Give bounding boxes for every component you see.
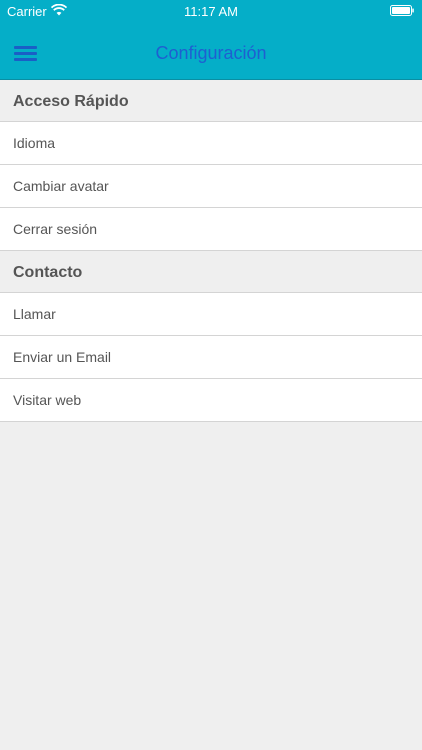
list-item-enviar-email[interactable]: Enviar un Email [0,336,422,379]
settings-list: Acceso Rápido Idioma Cambiar avatar Cerr… [0,80,422,422]
battery-icon [390,5,414,16]
navigation-bar: Configuración [0,22,422,80]
list-item-cerrar-sesion[interactable]: Cerrar sesión [0,208,422,251]
status-time: 11:17 AM [184,4,238,19]
list-item-llamar[interactable]: Llamar [0,293,422,336]
list-item-idioma[interactable]: Idioma [0,122,422,165]
section-header-contacto: Contacto [0,251,422,293]
status-bar: Carrier 11:17 AM [0,0,422,22]
list-item-cambiar-avatar[interactable]: Cambiar avatar [0,165,422,208]
list-item-visitar-web[interactable]: Visitar web [0,379,422,422]
page-title: Configuración [155,43,267,63]
section-header-acceso-rapido: Acceso Rápido [0,80,422,122]
